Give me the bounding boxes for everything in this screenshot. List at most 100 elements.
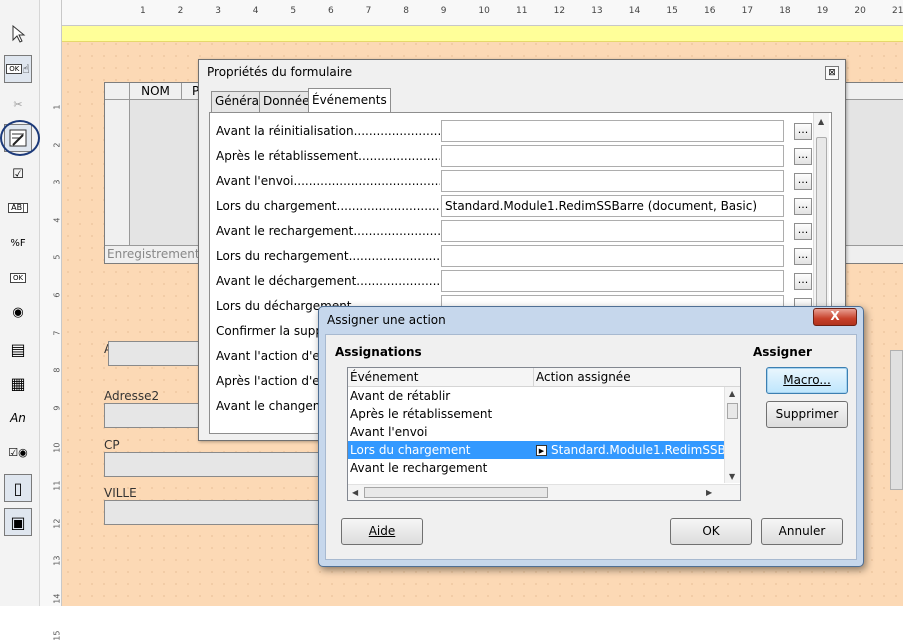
page-header-band xyxy=(62,26,903,42)
ruler-tick-label: 17 xyxy=(741,6,754,16)
list-box-icon[interactable]: ▤ xyxy=(4,335,32,363)
browse-button[interactable]: ... xyxy=(794,198,812,215)
ruler-tick-label: 18 xyxy=(779,6,791,16)
browse-button[interactable]: ... xyxy=(794,123,812,140)
event-row: Après le rétablissement.................… xyxy=(216,145,816,167)
dialog-title: Assigner une action xyxy=(327,313,446,327)
ruler-tick-label: 15 xyxy=(666,6,678,16)
ok-button[interactable]: OK xyxy=(670,518,752,545)
list-horizontal-scrollbar[interactable]: ◀ ▶ xyxy=(348,484,740,500)
assign-action-dialog: Assigner une action X Assignations Assig… xyxy=(318,306,864,567)
event-value-field[interactable] xyxy=(441,170,784,192)
ruler-tick-label: 3 xyxy=(52,179,62,185)
browse-button[interactable]: ... xyxy=(794,248,812,265)
event-value-field[interactable] xyxy=(441,245,784,267)
column-header-action[interactable]: Action assignée xyxy=(534,368,740,387)
event-row: Avant l'envoi...........................… xyxy=(216,170,816,192)
scroll-down-icon[interactable]: ▼ xyxy=(729,472,735,481)
more-controls-icon[interactable]: ☑◉ xyxy=(4,438,32,466)
vertical-ruler: 1 2 3 4 5 6 7 8 9 10 11 12 13 14 15 xyxy=(40,0,62,641)
formatted-field-icon[interactable]: %F xyxy=(4,229,32,257)
event-label: Avant le rechargement...................… xyxy=(216,224,440,238)
option-button-icon[interactable]: ◉ xyxy=(4,298,32,326)
macro-play-icon: ▶ xyxy=(536,445,547,456)
label-field-icon[interactable]: AB| xyxy=(4,194,32,222)
ruler-tick-label: 11 xyxy=(516,6,528,16)
macro-button[interactable]: Macro... xyxy=(766,367,848,394)
ruler-tick-label: 5 xyxy=(52,254,62,260)
dialog-body: Assignations Assigner Événement Action a… xyxy=(325,334,857,560)
event-value-field[interactable] xyxy=(441,270,784,292)
ruler-tick-label: 6 xyxy=(52,292,62,298)
event-value-field[interactable]: Standard.Module1.RedimSSBarre (document,… xyxy=(441,195,784,217)
tab-general[interactable]: Général xyxy=(211,91,267,112)
scroll-up-icon[interactable]: ▲ xyxy=(818,117,824,126)
button-icon[interactable]: OK xyxy=(4,264,32,292)
event-label: Avant le déchargement...................… xyxy=(216,274,440,288)
column-header-nom[interactable]: NOM xyxy=(130,83,182,100)
browse-button[interactable]: ... xyxy=(794,273,812,290)
browse-button[interactable]: ... xyxy=(794,148,812,165)
ruler-tick-label: 7 xyxy=(52,330,62,336)
close-icon[interactable]: ⊠ xyxy=(825,66,839,80)
list-vertical-scrollbar[interactable]: ▲ ▼ xyxy=(724,387,740,483)
event-value-field[interactable] xyxy=(441,145,784,167)
list-item[interactable]: Avant de rétablir xyxy=(348,387,725,405)
ruler-tick-label: 4 xyxy=(52,217,62,223)
ruler-tick-label: 14 xyxy=(52,593,62,604)
event-label: Après le rétablissement.................… xyxy=(216,149,440,163)
horizontal-ruler: 1 2 3 4 5 6 7 8 9 10 11 12 13 14 15 16 17 18 19 20 21 xyxy=(62,0,903,26)
event-name: Avant l'envoi xyxy=(350,425,428,439)
field-label-adresse2: Adresse2 xyxy=(104,389,160,403)
scroll-thumb[interactable] xyxy=(727,403,738,419)
event-row: Avant le déchargement...................… xyxy=(216,270,816,292)
events-list[interactable]: Événement Action assignée Avant de rétab… xyxy=(347,367,741,501)
list-item-selected[interactable]: Lors du chargement ▶ Standard.Module1.Red… xyxy=(348,441,725,459)
ruler-tick-label: 20 xyxy=(854,6,866,16)
event-value-field[interactable] xyxy=(441,120,784,142)
design-mode-icon[interactable]: ✂ xyxy=(4,90,32,118)
scroll-thumb[interactable] xyxy=(364,487,548,498)
form-design-icon[interactable]: ▯ xyxy=(4,474,32,502)
ruler-tick-label: 8 xyxy=(403,6,409,16)
push-button-icon[interactable]: OK ☝ xyxy=(4,55,32,83)
close-button[interactable]: X xyxy=(813,308,857,326)
checkbox-icon[interactable]: ☑ xyxy=(4,160,32,188)
list-item[interactable]: Avant l'envoi xyxy=(348,423,725,441)
ruler-tick-label: 12 xyxy=(553,6,566,16)
row-header-corner xyxy=(105,83,130,100)
column-header-event[interactable]: Événement xyxy=(348,368,534,387)
ruler-tick-label: 3 xyxy=(215,6,221,16)
cancel-button[interactable]: Annuler xyxy=(761,518,843,545)
scroll-right-icon[interactable]: ▶ xyxy=(706,488,712,497)
browse-button[interactable]: ... xyxy=(794,223,812,240)
ruler-tick-label: 10 xyxy=(52,442,62,454)
scroll-up-icon[interactable]: ▲ xyxy=(729,389,735,398)
field-label-ville: VILLE xyxy=(104,486,137,500)
list-item[interactable]: Après le rétablissement xyxy=(348,405,725,423)
ruler-tick-label: 1 xyxy=(140,6,146,16)
tab-evenements[interactable]: Événements xyxy=(308,88,391,113)
ruler-tick-label: 11 xyxy=(52,480,62,491)
help-button[interactable]: Aide xyxy=(341,518,423,545)
highlight-circle xyxy=(0,120,40,156)
wizards-icon[interactable]: ▣ xyxy=(4,508,32,536)
supprimer-button[interactable]: Supprimer xyxy=(766,401,848,428)
ruler-tick-label: 16 xyxy=(704,6,716,16)
combo-box-icon[interactable]: ▦ xyxy=(4,369,32,397)
field-ville[interactable] xyxy=(104,500,354,525)
event-label: Lors du rechargement....................… xyxy=(216,249,440,263)
text-label-icon[interactable]: An xyxy=(4,404,32,432)
select-arrow-icon[interactable] xyxy=(4,20,32,48)
ruler-tick-label: 2 xyxy=(52,142,62,148)
event-label: Avant la réinitialisation...............… xyxy=(216,124,440,138)
field-cp[interactable] xyxy=(104,452,354,477)
event-value-field[interactable] xyxy=(441,220,784,242)
browse-button[interactable]: ... xyxy=(794,173,812,190)
scroll-left-icon[interactable]: ◀ xyxy=(352,488,358,497)
ruler-tick-label: 9 xyxy=(440,6,447,16)
ruler-tick-label: 13 xyxy=(52,555,62,566)
side-control-edge xyxy=(890,350,903,490)
list-item[interactable]: Avant le rechargement xyxy=(348,459,725,477)
ruler-tick-label: 13 xyxy=(591,6,603,16)
